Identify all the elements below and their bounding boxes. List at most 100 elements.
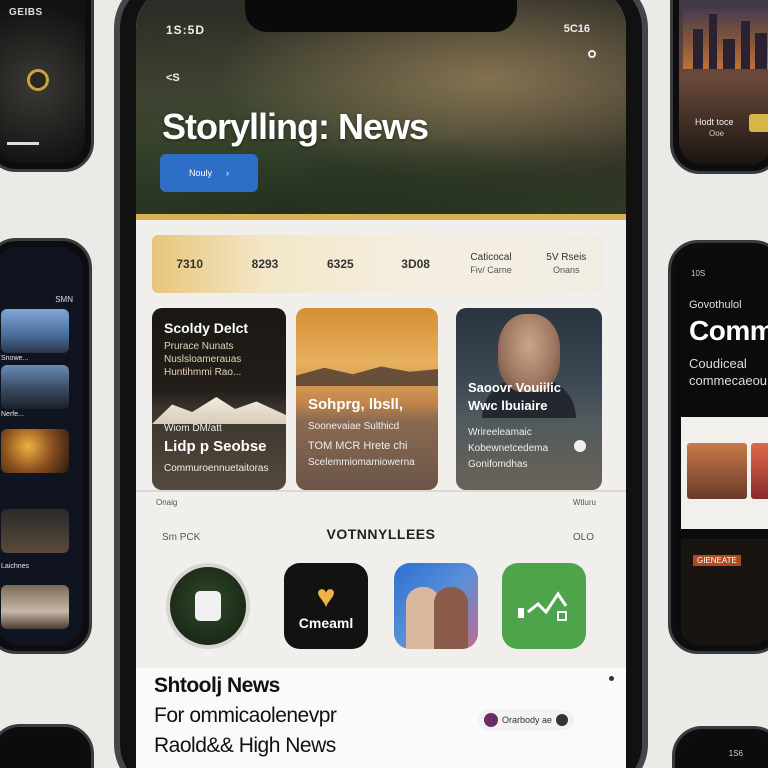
footnote-label: Onaig (156, 498, 178, 507)
app-icon-circle[interactable] (166, 563, 250, 649)
stat-sub: Onans (553, 265, 580, 275)
app-label: Cmeaml (298, 615, 354, 631)
main-screen: 1S:5D 5C16 <S Storylling: News Nouly › 7… (136, 0, 626, 768)
app-icon-chart[interactable] (502, 563, 586, 649)
card-meta: Soonevaiae Sulthicd (308, 421, 400, 432)
footer-text: Raold&& High News (154, 734, 336, 757)
card-title: Scoldy Delct (164, 320, 249, 336)
page-title: Storylling: News (162, 106, 429, 147)
thumbnail-caption: Laichnes (1, 563, 30, 570)
footnote-label: Wtluru (572, 498, 596, 507)
background-phone-screen: 10S Govothulol Comm Coudiceal commecaeou… (677, 249, 768, 645)
card-title: Saoovr Vouiilic (468, 380, 561, 395)
background-phone-middle-right: 10S Govothulol Comm Coudiceal commecaeou… (668, 240, 768, 654)
status-time: 1S:5D (166, 23, 206, 37)
card-image (296, 366, 438, 386)
thumbnail-caption: Snowe... (1, 355, 29, 362)
stat-value: Caticocal (470, 252, 512, 263)
profile-icon[interactable] (588, 50, 596, 58)
app-icon-couple[interactable] (394, 563, 478, 649)
stat-item[interactable]: 5V Rseis Onans (529, 251, 604, 277)
card-headline: Lidp p Seobse (164, 438, 267, 455)
stat-item[interactable]: Caticocal Fiv/ Carne (453, 251, 528, 277)
app-glyph-icon (195, 591, 221, 621)
thumbnail-image (1, 509, 69, 553)
back-button[interactable]: <S (166, 72, 180, 84)
person-image (434, 587, 468, 649)
card-caption: Wiom DM/att (164, 423, 222, 434)
avatar (484, 713, 498, 727)
card-footer: Gonifomdhas (468, 459, 528, 470)
story-card[interactable]: Sohprg, lbsll, Soonevaiae Sulthicd TOM M… (296, 308, 438, 490)
notch (245, 0, 517, 32)
background-phone-screen: SMN Snowe... Nerfe... Laichnes (0, 247, 83, 645)
phone-kicker: Govothulol (689, 299, 742, 311)
background-phone-top-left: GEIBS (0, 0, 94, 172)
play-icon[interactable] (574, 440, 586, 452)
thumbnail-image (1, 309, 69, 353)
stat-item[interactable]: 6325 (303, 257, 378, 271)
story-card[interactable]: Scoldy Delct Prurace Nunats Nuslsloamera… (152, 308, 286, 490)
thumbnail-image (1, 585, 69, 629)
thumbnail-image (687, 443, 747, 499)
thumbnail-caption: Nerfe... (1, 411, 24, 418)
status-time: SMN (55, 295, 73, 304)
author-chip[interactable]: Orarbody ae (478, 710, 575, 730)
story-card[interactable]: Saoovr Vouiilic Wwc lbuiaire Wrireeleama… (456, 308, 602, 490)
stat-item[interactable]: 8293 (227, 257, 302, 271)
chevron-right-icon: › (226, 168, 229, 178)
stat-sub: Fiv/ Carne (470, 265, 512, 275)
card-meta: Prurace Nunats Nuslsloamerauas Huntihmmi… (164, 341, 242, 378)
card-headline: TOM MCR Hrete chi (308, 440, 408, 452)
accent-divider (136, 214, 626, 220)
main-phone: 1S:5D 5C16 <S Storylling: News Nouly › 7… (114, 0, 648, 768)
thumbnail-image (1, 429, 69, 473)
background-phone-middle-left: SMN Snowe... Nerfe... Laichnes (0, 238, 92, 654)
thumbnail-image (751, 443, 768, 499)
stats-bar: 7310 8293 6325 3D08 Caticocal Fiv/ Carne… (152, 235, 604, 293)
phone-sublabel: Ooe (709, 129, 725, 138)
hero-action-button[interactable]: Nouly › (160, 154, 258, 192)
background-phone-top-right: Hodt toce Ooe (670, 0, 768, 174)
section-link[interactable]: OLO (573, 532, 594, 543)
background-phone-bottom-left (0, 724, 94, 768)
section-divider (136, 490, 626, 492)
section-title: VOTNNYLLEES (326, 526, 436, 542)
badge: GIENEATE (693, 555, 741, 566)
status-indicators: 5C16 (563, 23, 590, 35)
hero-button-label: Nouly (188, 168, 212, 178)
card-image (152, 397, 286, 424)
app-icon-cmeaml[interactable]: ♥ Cmeaml (284, 563, 368, 649)
card-meta: Kobewnetcedema (468, 443, 549, 454)
phone-subtitle: Coudiceal commecaeou (689, 356, 768, 388)
background-phone-screen: GEIBS (0, 0, 85, 163)
background-phone-screen: 1S6 (681, 735, 768, 768)
card-footer: Scelemmiomamiowerna (308, 457, 415, 468)
menu-dot-icon[interactable] (609, 676, 614, 681)
stat-value: 5V Rseis (546, 252, 587, 263)
card-meta: Wrireeleamaic (468, 427, 532, 438)
home-indicator (7, 142, 39, 145)
chart-icon (518, 591, 568, 621)
more-icon (556, 714, 569, 726)
action-button[interactable] (749, 114, 768, 132)
background-phone-screen (0, 733, 85, 768)
city-image (683, 9, 768, 69)
card-title: Sohprg, lbsll, (308, 396, 404, 413)
hero-banner: 1S:5D 5C16 <S Storylling: News Nouly › (136, 0, 626, 214)
background-phone-bottom-right: 1S6 (672, 726, 768, 768)
record-icon (27, 69, 49, 91)
card-footer: Commuroennuetaitoras (164, 463, 269, 474)
footer-headline[interactable]: Shtoolj News (154, 674, 280, 698)
status-time: 10S (691, 269, 706, 278)
thumbnail-image (1, 365, 69, 409)
phone-label: Hodt toce (695, 117, 734, 127)
background-phone-screen: Hodt toce Ooe (679, 0, 768, 165)
card-subtitle: Wwc lbuiaire (468, 398, 548, 413)
heart-icon: ♥ (316, 578, 336, 614)
stat-item[interactable]: 3D08 (378, 257, 453, 271)
footer-text: For ommicaolenevpr (154, 704, 337, 727)
status-time: 1S6 (728, 749, 743, 758)
stat-item[interactable]: 7310 (152, 257, 227, 271)
phone-label: GEIBS (9, 7, 43, 18)
